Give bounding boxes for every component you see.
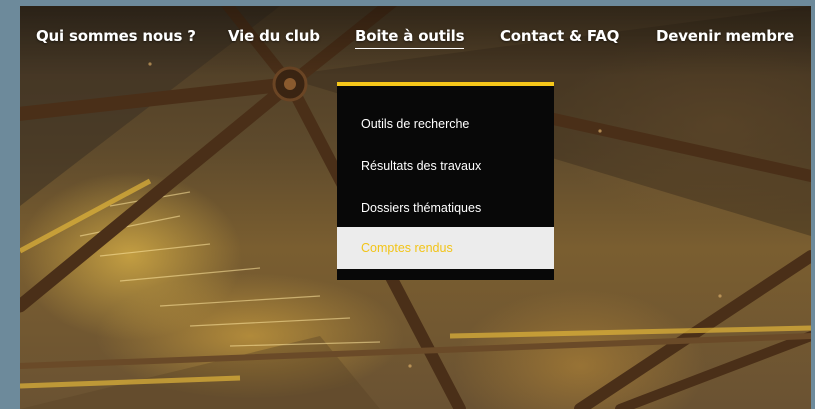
nav-item-boite-a-outils[interactable]: Boite à outils bbox=[355, 27, 465, 49]
boite-a-outils-dropdown-menu: Outils de recherche Résultats des travau… bbox=[337, 82, 554, 280]
main-navigation: Qui sommes nous ? Vie du club Boite à ou… bbox=[20, 6, 811, 66]
nav-item-devenir-membre[interactable]: Devenir membre bbox=[656, 27, 794, 45]
dropdown-item-outils-de-recherche[interactable]: Outils de recherche bbox=[337, 103, 554, 145]
nav-item-contact-faq[interactable]: Contact & FAQ bbox=[500, 27, 619, 45]
page-frame: Qui sommes nous ? Vie du club Boite à ou… bbox=[0, 0, 815, 409]
dropdown-item-resultats-des-travaux[interactable]: Résultats des travaux bbox=[337, 145, 554, 187]
dropdown-item-dossiers-thematiques[interactable]: Dossiers thématiques bbox=[337, 187, 554, 229]
dropdown-item-comptes-rendus[interactable]: Comptes rendus bbox=[337, 227, 554, 269]
nav-item-qui-sommes-nous[interactable]: Qui sommes nous ? bbox=[36, 27, 196, 45]
nav-item-vie-du-club[interactable]: Vie du club bbox=[228, 27, 320, 45]
